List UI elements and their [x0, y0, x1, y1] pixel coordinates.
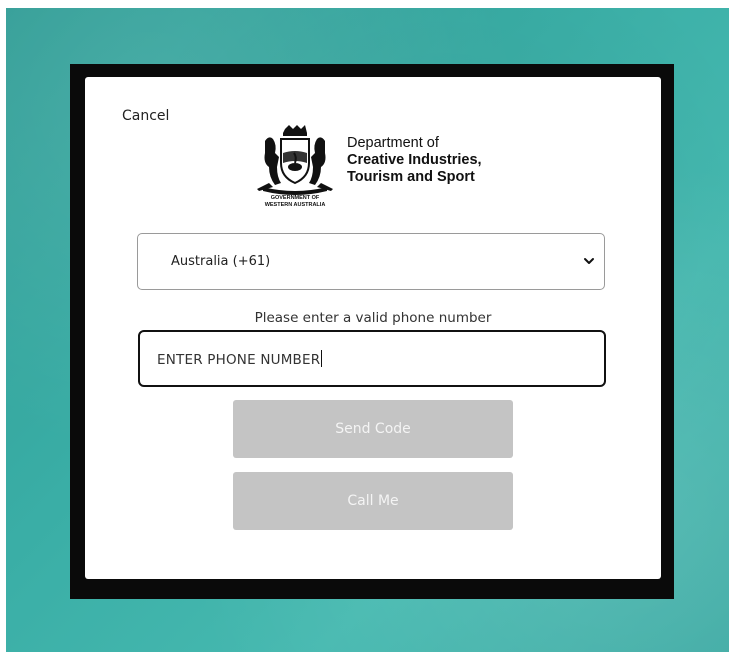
country-code-value: Australia (+61): [171, 254, 271, 269]
phone-number-text: ENTER PHONE NUMBER: [157, 352, 321, 368]
page: Cancel GOVERNMENT OF WESTERN AUSTRALIA D…: [0, 0, 731, 657]
phone-number-value: ENTER PHONE NUMBER: [157, 350, 323, 368]
verification-dialog: Cancel GOVERNMENT OF WESTERN AUSTRALIA D…: [85, 77, 661, 579]
department-name-line1: Department of: [347, 135, 439, 151]
crest-caption-line2: WESTERN AUSTRALIA: [264, 201, 326, 208]
text-caret: [321, 350, 323, 367]
country-code-select[interactable]: Australia (+61): [137, 233, 605, 290]
cancel-link[interactable]: Cancel: [122, 108, 169, 124]
chevron-down-icon: [584, 258, 594, 264]
department-logo: GOVERNMENT OF WESTERN AUSTRALIA Departme…: [247, 123, 507, 213]
crest-caption: GOVERNMENT OF WESTERN AUSTRALIA: [247, 195, 343, 208]
phone-number-input[interactable]: ENTER PHONE NUMBER: [138, 330, 606, 387]
department-name: Department of Creative Industries, Touri…: [347, 135, 517, 186]
phone-helper-text: Please enter a valid phone number: [254, 310, 492, 326]
send-code-button[interactable]: Send Code: [233, 400, 513, 458]
department-name-line3: Tourism and Sport: [347, 169, 475, 185]
call-me-button[interactable]: Call Me: [233, 472, 513, 530]
crest-caption-line1: GOVERNMENT OF: [270, 195, 320, 201]
department-name-line2: Creative Industries,: [347, 152, 482, 168]
